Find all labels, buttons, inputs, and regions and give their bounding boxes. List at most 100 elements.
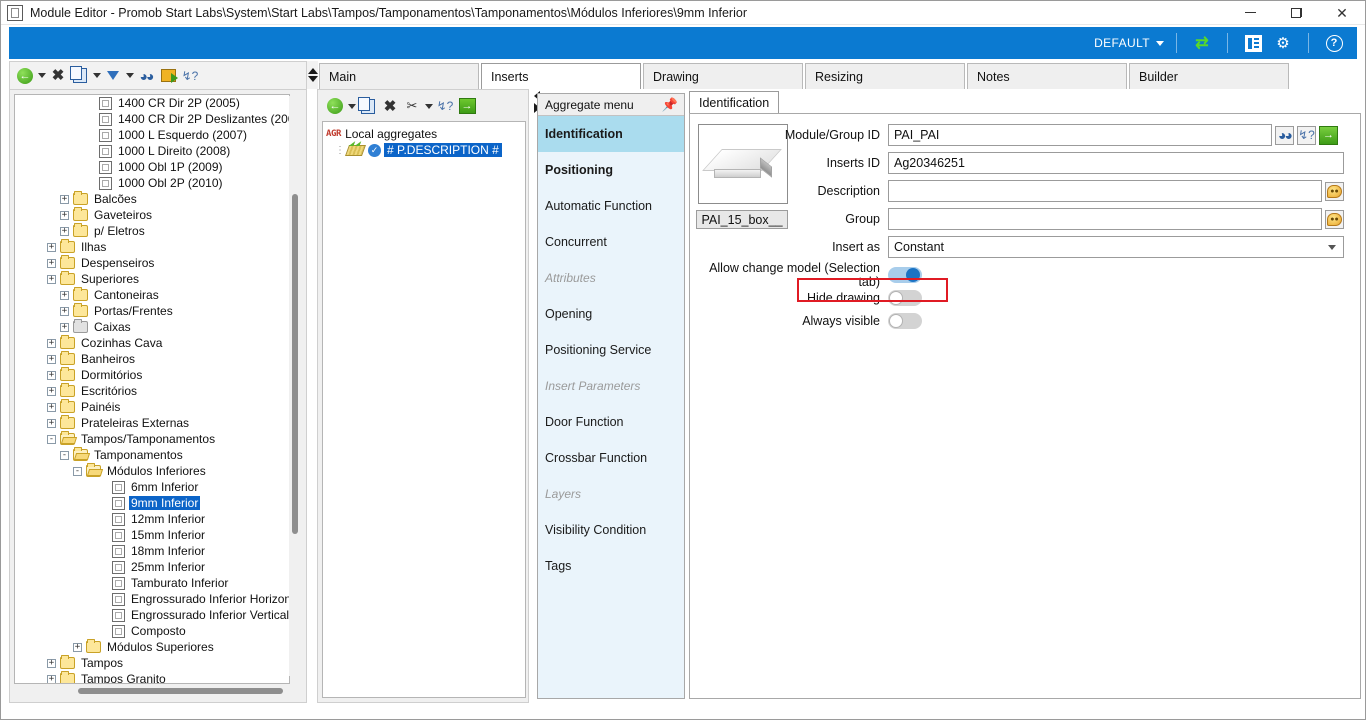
delete-button[interactable]: ✖ xyxy=(48,66,68,86)
aggregate-menu-item-automatic-function[interactable]: Automatic Function xyxy=(538,188,684,224)
tab-inserts[interactable]: Inserts xyxy=(481,63,641,89)
expand-icon[interactable]: + xyxy=(47,242,56,252)
inserts-id-input[interactable]: Ag20346251 xyxy=(888,152,1344,174)
tree-node[interactable]: Tamburato Inferior xyxy=(15,575,289,591)
module-group-id-input[interactable]: PAI_PAI xyxy=(888,124,1272,146)
expand-icon[interactable]: + xyxy=(60,226,69,236)
aggregate-checkbox[interactable]: ✓ xyxy=(368,143,381,157)
tree-node[interactable]: Engrossurado Inferior Vertical xyxy=(15,607,289,623)
move-down-button[interactable] xyxy=(103,66,123,86)
aggregate-menu-item-concurrent[interactable]: Concurrent xyxy=(538,224,684,260)
back-button[interactable]: ← xyxy=(15,66,35,86)
module-tree[interactable]: 1400 CR Dir 2P (2005) 1400 CR Dir 2P Desl… xyxy=(14,94,290,684)
expand-icon[interactable]: + xyxy=(47,338,56,348)
expand-icon[interactable]: + xyxy=(47,418,56,428)
tree-node[interactable]: 1400 CR Dir 2P (2005) xyxy=(15,95,289,111)
tree-horizontal-scrollbar[interactable] xyxy=(16,685,288,697)
agg-delete-button[interactable]: ✖ xyxy=(380,96,400,116)
expand-icon[interactable]: + xyxy=(60,306,69,316)
expand-icon[interactable]: + xyxy=(47,258,56,268)
expand-icon[interactable]: + xyxy=(60,194,69,204)
find-button[interactable]: ◕◕ xyxy=(136,66,156,86)
move-down-dropdown[interactable] xyxy=(125,66,134,86)
tab-main[interactable]: Main xyxy=(319,63,479,89)
tab-builder[interactable]: Builder xyxy=(1129,63,1289,89)
tab-resizing[interactable]: Resizing xyxy=(805,63,965,89)
help-button[interactable]: ? xyxy=(1322,32,1346,54)
aggregate-menu-item-door-function[interactable]: Door Function xyxy=(538,404,684,440)
tree-node[interactable]: + Escritórios xyxy=(15,383,289,399)
maximize-button[interactable] xyxy=(1273,1,1319,25)
copy-button[interactable] xyxy=(70,66,90,86)
tree-node[interactable]: - Módulos Inferiores xyxy=(15,463,289,479)
refresh-button[interactable]: ⇄ xyxy=(1190,32,1214,54)
scrollbar-thumb[interactable] xyxy=(292,194,298,534)
export-folder-button[interactable] xyxy=(158,66,178,86)
tab-identification[interactable]: Identification xyxy=(689,91,780,113)
expand-icon[interactable]: + xyxy=(47,386,56,396)
tree-node[interactable]: + p/ Eletros xyxy=(15,223,289,239)
tree-node[interactable]: + Tampos xyxy=(15,655,289,671)
tree-node[interactable]: + Dormitórios xyxy=(15,367,289,383)
copy-dropdown[interactable] xyxy=(92,66,101,86)
tree-node[interactable]: 1000 Obl 1P (2009) xyxy=(15,159,289,175)
tree-node[interactable]: 15mm Inferior xyxy=(15,527,289,543)
tree-node[interactable]: + Ilhas xyxy=(15,239,289,255)
expand-icon[interactable]: + xyxy=(60,322,69,332)
tree-node[interactable]: + Superiores xyxy=(15,271,289,287)
module-path-button[interactable]: ↯? xyxy=(1297,125,1316,145)
agg-back-dropdown[interactable] xyxy=(347,96,356,116)
insert-as-select[interactable]: Constant xyxy=(888,236,1344,258)
expand-icon[interactable]: + xyxy=(73,642,82,652)
agg-goto-button[interactable]: → xyxy=(457,96,477,116)
aggregate-menu-item-identification[interactable]: Identification xyxy=(538,116,684,152)
close-button[interactable]: ✕ xyxy=(1319,1,1365,25)
group-translate-button[interactable]: ●● xyxy=(1325,209,1344,229)
tree-node[interactable]: 25mm Inferior xyxy=(15,559,289,575)
pin-icon[interactable]: 📌 xyxy=(662,97,678,113)
tree-node[interactable]: + Tampos Granito xyxy=(15,671,289,683)
agg-new-button[interactable] xyxy=(358,96,378,116)
minimize-button[interactable] xyxy=(1227,1,1273,25)
hide-drawing-toggle[interactable] xyxy=(888,290,922,306)
aggregate-menu-item-positioning[interactable]: Positioning xyxy=(538,152,684,188)
aggregate-item-row[interactable]: ⋮ ✓ # P.DESCRIPTION # xyxy=(326,142,522,158)
tree-node[interactable]: - Tamponamentos xyxy=(15,447,289,463)
tree-node[interactable]: + Cozinhas Cava xyxy=(15,335,289,351)
aggregate-menu-item-visibility-condition[interactable]: Visibility Condition xyxy=(538,512,684,548)
collapse-icon[interactable]: - xyxy=(47,434,56,444)
tree-node[interactable]: + Caixas xyxy=(15,319,289,335)
collapse-icon[interactable]: - xyxy=(73,466,82,476)
tree-node[interactable]: 6mm Inferior xyxy=(15,479,289,495)
tab-scroll-arrows[interactable] xyxy=(307,61,318,89)
agg-back-button[interactable]: ← xyxy=(325,96,345,116)
tree-node[interactable]: - Tampos/Tamponamentos xyxy=(15,431,289,447)
tree-node[interactable]: + Portas/Frentes xyxy=(15,303,289,319)
scrollbar-thumb[interactable] xyxy=(78,688,283,694)
tree-node[interactable]: Composto xyxy=(15,623,289,639)
aggregates-tree[interactable]: AGR Local aggregates ⋮ ✓ # P.DESCRIPTION… xyxy=(322,121,526,698)
profile-dropdown[interactable]: DEFAULT xyxy=(1094,36,1164,50)
tree-node[interactable]: + Prateleiras Externas xyxy=(15,415,289,431)
tree-node[interactable]: + Gaveteiros xyxy=(15,207,289,223)
path-button[interactable]: ↯? xyxy=(180,66,200,86)
group-input[interactable] xyxy=(888,208,1322,230)
agg-path-button[interactable]: ↯? xyxy=(435,96,455,116)
agg-cut-button[interactable]: ✂ xyxy=(402,96,422,116)
tree-node[interactable]: + Despenseiros xyxy=(15,255,289,271)
find-module-button[interactable]: ◕◕ xyxy=(1275,125,1294,145)
tree-node[interactable]: 12mm Inferior xyxy=(15,511,289,527)
aggregates-root-row[interactable]: AGR Local aggregates xyxy=(326,126,522,142)
back-dropdown[interactable] xyxy=(37,66,46,86)
tree-node[interactable]: 1000 L Esquerdo (2007) xyxy=(15,127,289,143)
tree-node[interactable]: 9mm Inferior xyxy=(15,495,289,511)
settings-button[interactable]: ⚙ xyxy=(1271,32,1295,54)
tree-node[interactable]: + Balcões xyxy=(15,191,289,207)
description-translate-button[interactable]: ●● xyxy=(1325,181,1344,201)
aggregate-menu-item-opening[interactable]: Opening xyxy=(538,296,684,332)
agg-cut-dropdown[interactable] xyxy=(424,96,433,116)
tree-vertical-scrollbar[interactable] xyxy=(289,96,301,676)
expand-icon[interactable]: + xyxy=(47,274,56,284)
tree-node[interactable]: + Banheiros xyxy=(15,351,289,367)
always-visible-toggle[interactable] xyxy=(888,313,922,329)
